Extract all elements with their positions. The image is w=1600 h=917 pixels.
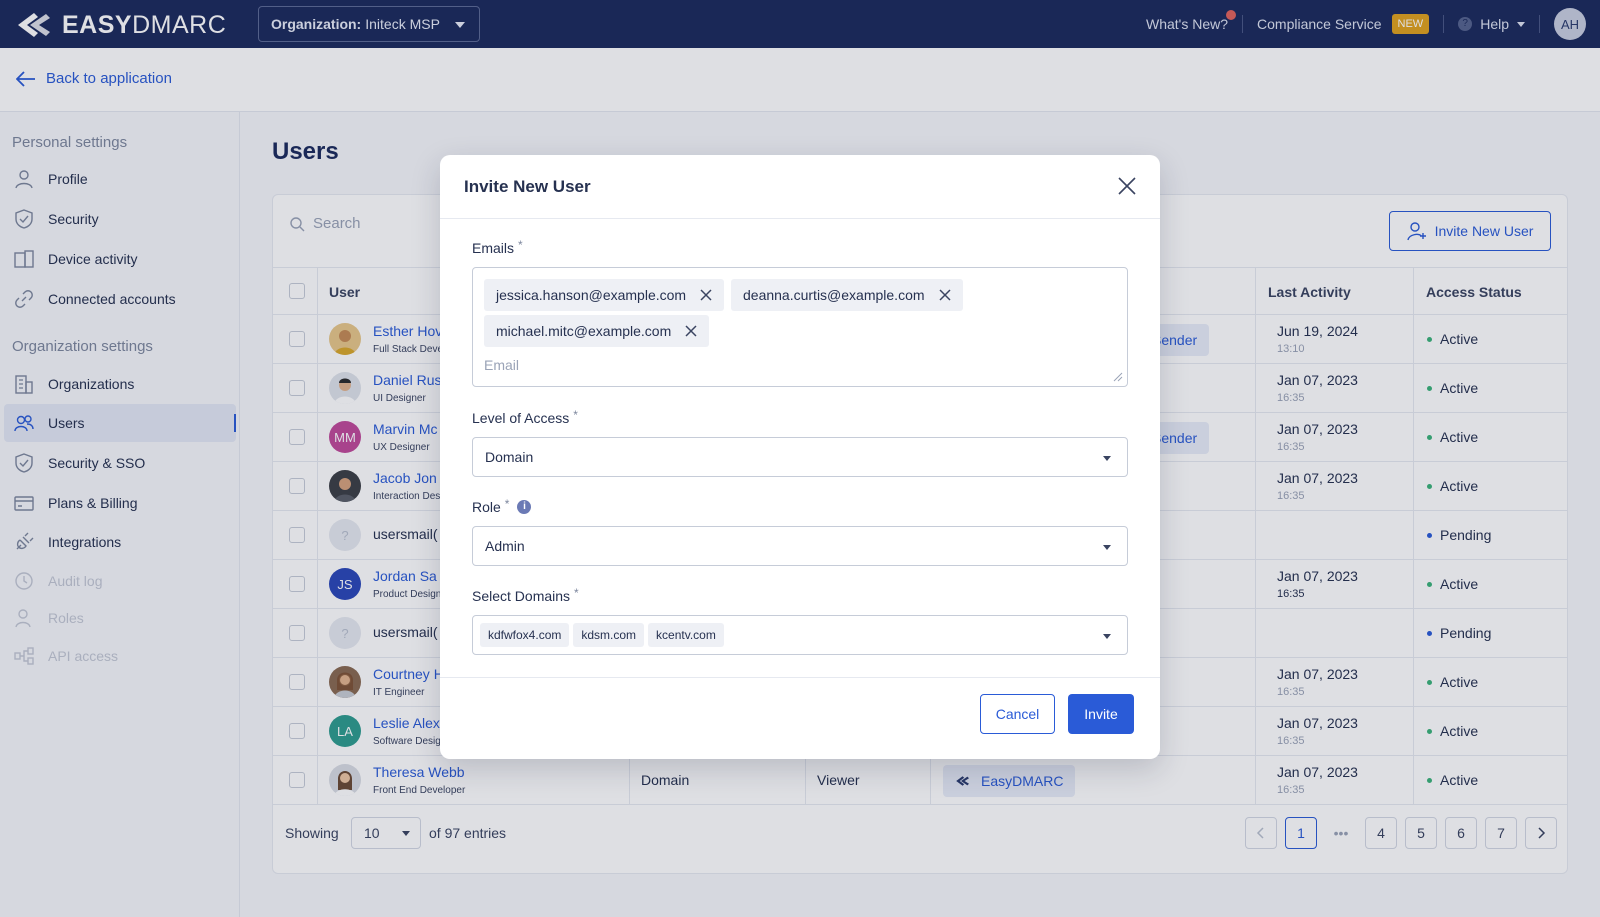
chevron-down-icon	[1103, 545, 1111, 550]
emails-field[interactable]: jessica.hanson@example.com deanna.curtis…	[472, 267, 1128, 387]
email-tag: michael.mitc@example.com	[484, 315, 710, 347]
access-level-label-text: Level of Access	[472, 410, 570, 426]
access-level-label: Level of Access *	[472, 408, 578, 426]
chevron-down-icon	[1103, 634, 1111, 639]
domains-label: Select Domains *	[472, 586, 579, 604]
invite-button[interactable]: Invite	[1068, 694, 1134, 734]
required-mark: *	[518, 238, 523, 252]
remove-tag-icon[interactable]	[685, 325, 697, 337]
role-label: Role * i	[472, 497, 532, 515]
info-icon[interactable]: i	[517, 500, 532, 514]
chevron-down-icon	[1103, 456, 1111, 461]
email-input[interactable]: Email	[484, 357, 519, 373]
role-label-text: Role	[472, 499, 501, 515]
modal-footer: Cancel Invite	[440, 677, 1160, 759]
remove-tag-icon[interactable]	[700, 289, 712, 301]
access-level-select[interactable]: Domain	[472, 437, 1128, 477]
domain-tag: kcentv.com	[648, 623, 724, 647]
role-value: Admin	[485, 538, 525, 554]
cancel-button[interactable]: Cancel	[980, 694, 1055, 734]
required-mark: *	[504, 497, 510, 511]
email-tag-label: michael.mitc@example.com	[496, 323, 672, 339]
invite-user-modal: Invite New User Emails * jessica.hanson@e…	[440, 155, 1160, 759]
email-tag: deanna.curtis@example.com	[731, 279, 963, 311]
domains-label-text: Select Domains	[472, 588, 571, 604]
required-mark: *	[574, 586, 579, 600]
email-tag-label: jessica.hanson@example.com	[496, 287, 687, 303]
close-icon[interactable]	[1116, 175, 1138, 197]
email-tag-label: deanna.curtis@example.com	[743, 287, 925, 303]
domains-select[interactable]: kdfwfox4.com kdsm.com kcentv.com	[472, 615, 1128, 655]
modal-header: Invite New User	[440, 155, 1160, 219]
emails-label: Emails *	[472, 238, 523, 256]
emails-label-text: Emails	[472, 240, 515, 256]
modal-title: Invite New User	[464, 177, 591, 196]
access-level-value: Domain	[485, 449, 534, 465]
role-select[interactable]: Admin	[472, 526, 1128, 566]
email-tag: jessica.hanson@example.com	[484, 279, 725, 311]
domain-tag: kdfwfox4.com	[480, 623, 570, 647]
required-mark: *	[573, 408, 578, 422]
resize-handle-icon[interactable]	[1113, 372, 1123, 382]
domain-tag: kdsm.com	[573, 623, 645, 647]
remove-tag-icon[interactable]	[939, 289, 951, 301]
